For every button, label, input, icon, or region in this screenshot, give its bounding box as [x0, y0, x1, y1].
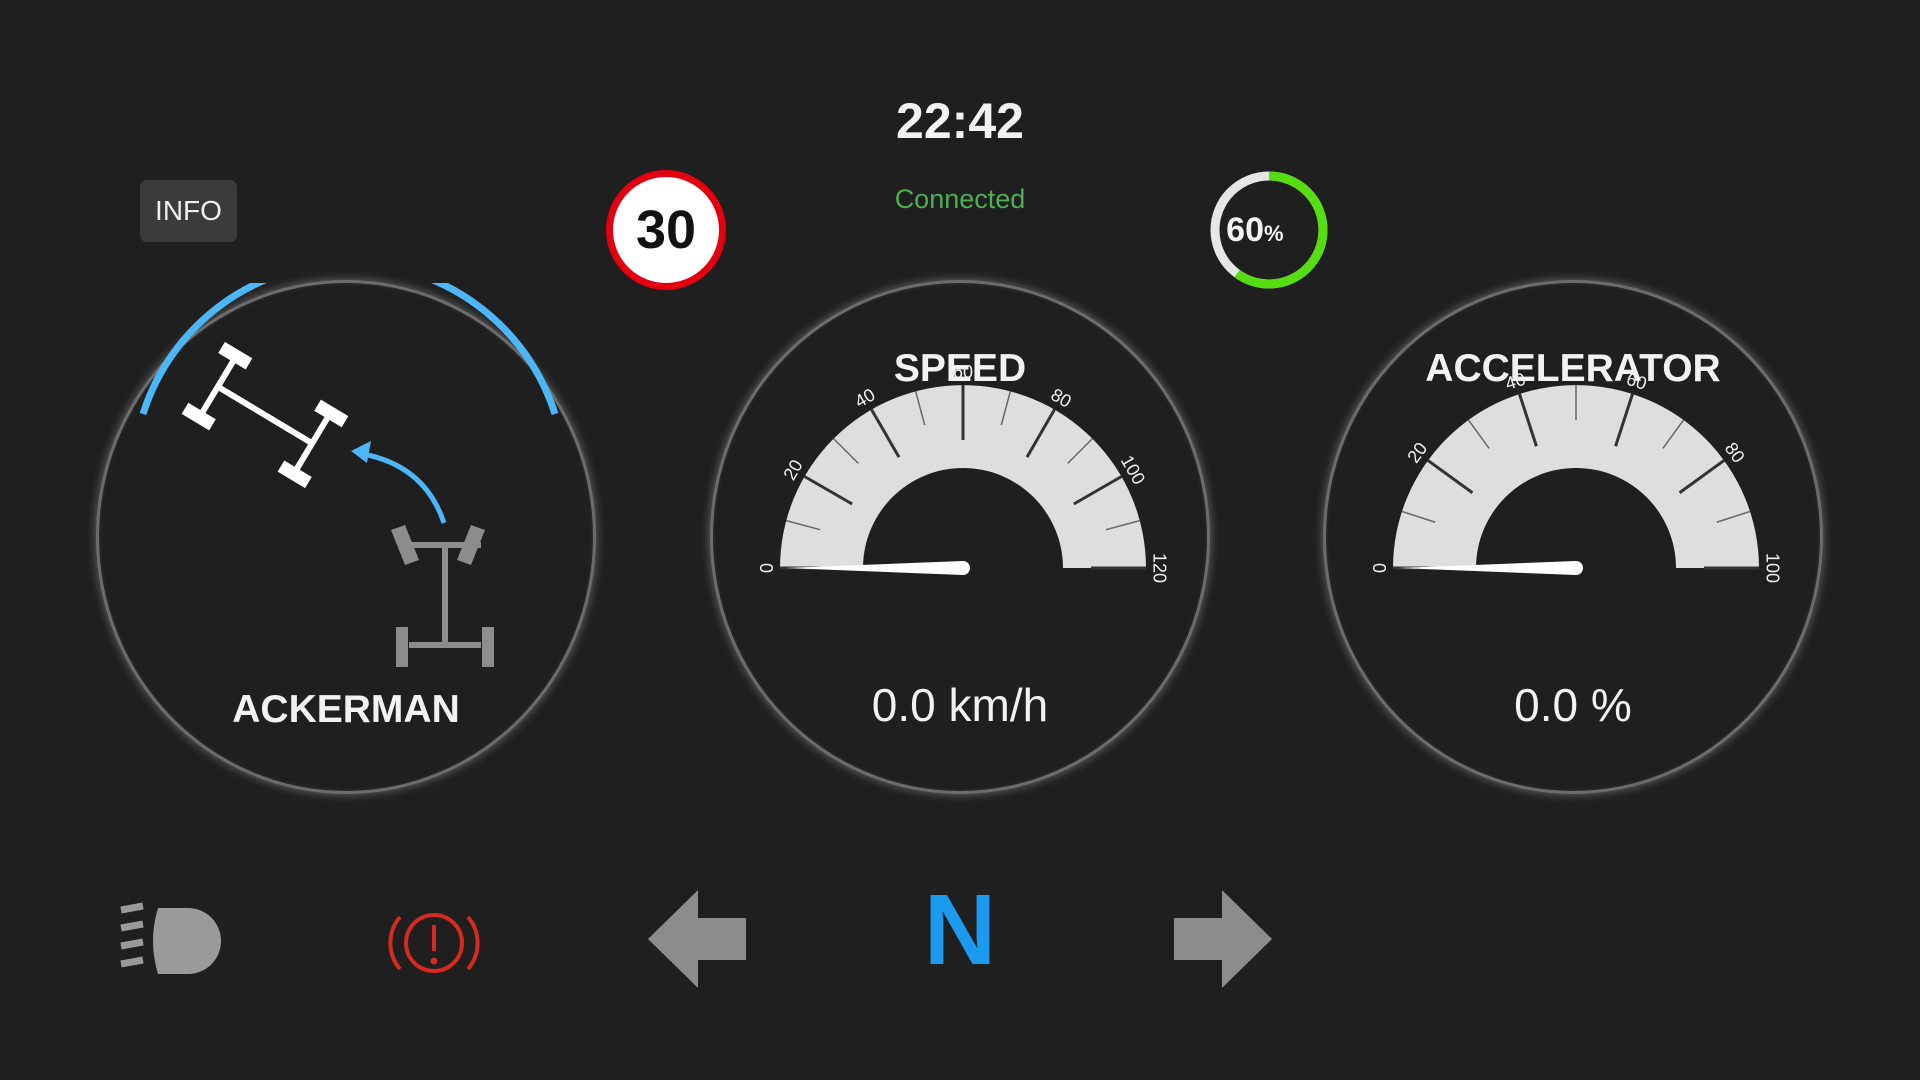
- brake-warning-icon: [388, 913, 480, 973]
- battery-percent-unit: %: [1264, 221, 1284, 246]
- steering-mode-label: ACKERMAN: [232, 688, 460, 731]
- speed-readout: 0.0 km/h: [871, 679, 1049, 731]
- speed-limit-sign: 30: [606, 170, 726, 290]
- accelerator-tick-label: 100: [1762, 553, 1782, 583]
- axle-pivot-icon: [181, 341, 494, 667]
- clock: 22:42: [896, 93, 1024, 149]
- speed-tick-label: 20: [779, 456, 806, 483]
- accelerator-readout: 0.0 %: [1514, 679, 1632, 731]
- info-button[interactable]: INFO: [140, 180, 237, 242]
- dashboard: 22:42 Connected INFO 30 60 % ACKERMAN 0 …: [0, 0, 1920, 1080]
- right-arrow-icon: [1174, 890, 1272, 988]
- accelerator-gauge-title: ACCELERATOR: [1425, 347, 1721, 390]
- speed-tick-label: 0: [757, 563, 777, 573]
- accelerator-tick-label: 0: [1370, 563, 1390, 573]
- speed-needle-hub: [956, 561, 970, 575]
- battery-indicator: 60 %: [1210, 171, 1328, 289]
- speed-gauge-title: SPEED: [893, 347, 1027, 390]
- left-arrow-icon: [648, 890, 746, 988]
- gear-indicator: N: [923, 874, 997, 986]
- battery-percent-number: 60: [1226, 211, 1264, 249]
- speed-gauge: 0 20 40 60 80 100 120 SPEED 0.0 km/h: [710, 280, 1210, 794]
- speed-limit-value: 30: [635, 200, 697, 260]
- accelerator-gauge: 0 20 40 60 80 100 ACCELERATOR 0.0 %: [1323, 280, 1823, 794]
- accelerator-needle-hub: [1569, 561, 1583, 575]
- steering-mode-gauge[interactable]: ACKERMAN: [96, 280, 596, 794]
- connection-status: Connected: [894, 184, 1026, 214]
- steering-mode-arc: [139, 283, 559, 416]
- headlight-icon: [120, 902, 221, 974]
- speed-tick-label: 120: [1149, 553, 1169, 583]
